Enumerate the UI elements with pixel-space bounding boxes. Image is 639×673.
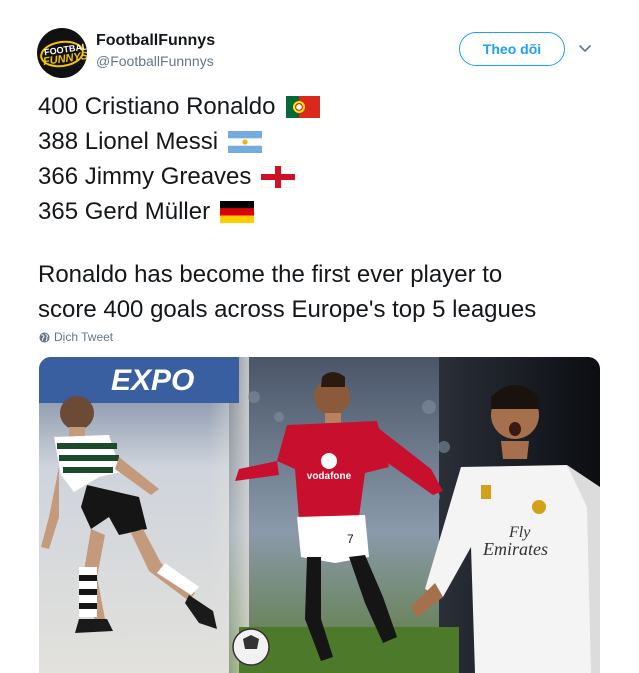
tweet-header: FOOTBALL FUNNYS FootballFunnys @Football… xyxy=(37,28,607,78)
ranking-line: 400 Cristiano Ronaldo xyxy=(38,89,608,124)
player-name: Cristiano Ronaldo xyxy=(84,93,276,120)
ronaldo-collage-image: EXPO vodafone 7 Fly Emirates xyxy=(39,357,600,673)
tweet-paragraph-line: Ronaldo has become the first ever player… xyxy=(38,261,503,288)
argentina-flag xyxy=(228,130,263,153)
kit-2-sponsor-line2: Emirates xyxy=(482,539,548,559)
portugal-flag xyxy=(285,95,320,118)
goals: 366 xyxy=(38,163,79,190)
globe-icon xyxy=(39,331,50,343)
ranking-line: 366 Jimmy Greaves xyxy=(38,159,608,194)
chevron-down-icon[interactable] xyxy=(577,40,593,56)
player-name: Jimmy Greaves xyxy=(84,163,252,190)
ranking-line: 388 Lionel Messi xyxy=(38,124,608,159)
kit-1-number: 7 xyxy=(347,532,354,546)
england-flag xyxy=(261,165,296,188)
display-name[interactable]: FootballFunnys xyxy=(96,31,215,51)
translate-label: Dịch Tweet xyxy=(54,330,114,344)
translate-tweet-link[interactable]: Dịch Tweet xyxy=(39,330,113,344)
avatar[interactable]: FOOTBALL FUNNYS xyxy=(37,28,87,78)
player-name: Lionel Messi xyxy=(84,128,219,155)
kit-1-sponsor: vodafone xyxy=(307,471,352,482)
follow-button[interactable]: Theo dõi xyxy=(459,32,565,66)
author-block: FootballFunnys @FootballFunnnys xyxy=(96,31,215,71)
handle[interactable]: @FootballFunnnys xyxy=(96,51,215,71)
tweet-paragraph-line: score 400 goals across Europe's top 5 le… xyxy=(38,296,537,323)
tweet-text: 400 Cristiano Ronaldo 388 Lionel Messi 3… xyxy=(38,89,608,327)
banner-text: EXPO xyxy=(111,364,194,397)
goals: 388 xyxy=(38,128,79,155)
goals: 365 xyxy=(38,198,79,225)
player-name: Gerd Müller xyxy=(84,198,211,225)
tweet-photo[interactable]: EXPO vodafone 7 Fly Emirates xyxy=(39,357,600,673)
germany-flag xyxy=(220,200,255,223)
ranking-line: 365 Gerd Müller xyxy=(38,194,608,229)
goals: 400 xyxy=(38,93,79,120)
